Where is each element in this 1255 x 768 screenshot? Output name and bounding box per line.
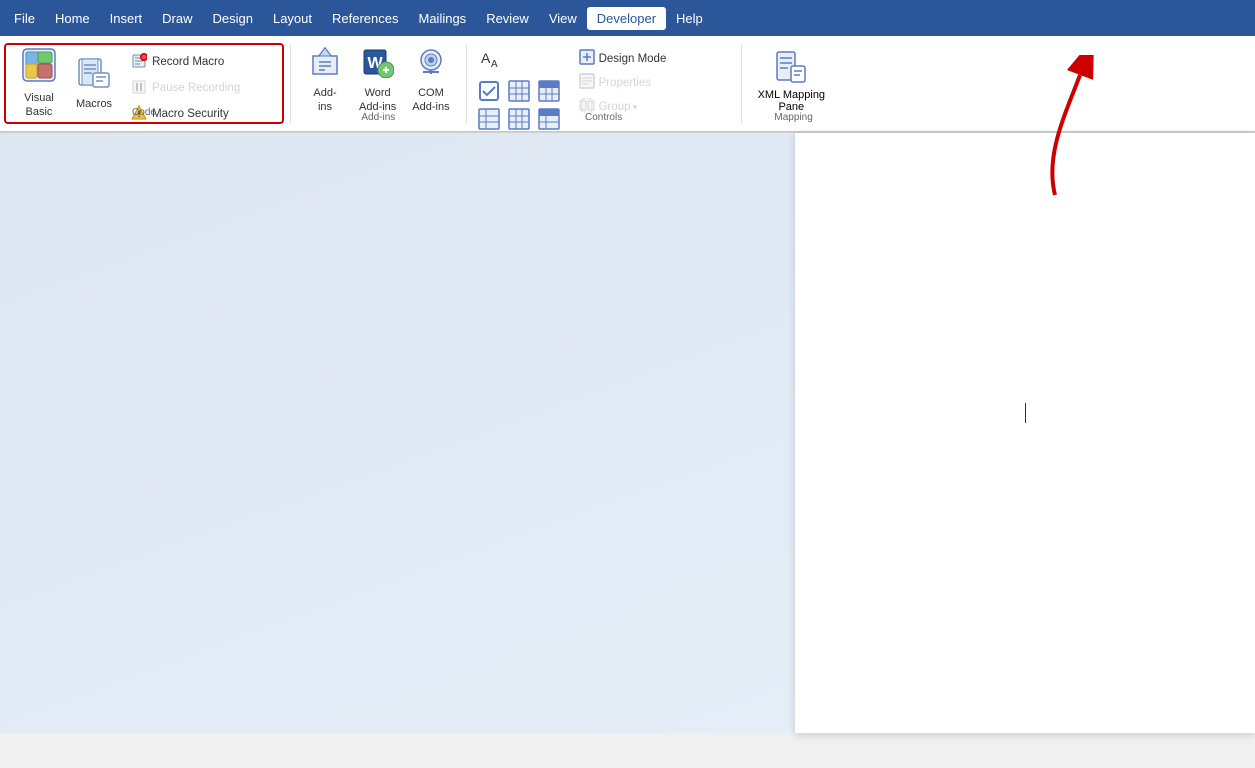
menu-view[interactable]: View: [539, 7, 587, 30]
com-add-ins-button[interactable]: COMAdd-ins: [404, 44, 457, 116]
menu-help[interactable]: Help: [666, 7, 713, 30]
controls-group-label: Controls: [469, 112, 739, 123]
design-mode-icon: [579, 49, 595, 70]
word-add-ins-label: WordAdd-ins: [359, 87, 396, 113]
record-macro-label: Record Macro: [152, 56, 224, 68]
ribbon-content: VisualBasic: [0, 36, 1255, 132]
properties-icon: [579, 73, 595, 94]
visual-basic-icon: [21, 47, 57, 88]
menu-design[interactable]: Design: [203, 7, 263, 30]
menu-home[interactable]: Home: [45, 7, 100, 30]
menu-mailings[interactable]: Mailings: [409, 7, 477, 30]
word-add-ins-button[interactable]: W WordAdd-ins: [351, 44, 404, 116]
menu-layout[interactable]: Layout: [263, 7, 322, 30]
com-add-ins-label: COMAdd-ins: [412, 87, 449, 113]
code-group-label: Code: [6, 107, 282, 118]
svg-text:A: A: [481, 50, 491, 66]
menu-developer[interactable]: Developer: [587, 7, 666, 30]
svg-text:A: A: [491, 59, 498, 69]
text-cursor: [1025, 403, 1026, 423]
add-ins-icon: [309, 46, 341, 83]
document-page[interactable]: [795, 133, 1255, 733]
mapping-group-label: Mapping: [744, 112, 844, 123]
xml-mapping-label: XML MappingPane: [758, 89, 825, 113]
document-background: [0, 133, 795, 733]
addins-group-label: Add-ins: [293, 112, 464, 123]
properties-button[interactable]: Properties: [573, 72, 733, 94]
table2-control-button[interactable]: [535, 79, 563, 103]
properties-label: Properties: [599, 77, 651, 89]
pause-recording-label: Pause Recording: [152, 82, 240, 94]
pause-recording-icon: [130, 79, 148, 98]
add-ins-label: Add-ins: [313, 87, 336, 113]
menu-draw[interactable]: Draw: [152, 7, 202, 30]
menu-bar: File Home Insert Draw Design Layout Refe…: [0, 0, 1255, 36]
design-mode-label: Design Mode: [599, 53, 667, 65]
macros-icon: [77, 55, 111, 94]
document-area: [0, 133, 1255, 733]
com-add-ins-icon: [415, 46, 447, 83]
add-ins-button[interactable]: Add-ins: [299, 44, 351, 116]
menu-insert[interactable]: Insert: [100, 7, 153, 30]
menu-review[interactable]: Review: [476, 7, 539, 30]
table-control-button[interactable]: [505, 79, 533, 103]
pause-recording-button[interactable]: Pause Recording: [124, 77, 246, 99]
record-macro-button[interactable]: Record Macro: [124, 51, 246, 73]
xml-mapping-icon: [773, 48, 809, 89]
word-add-ins-icon: W: [362, 46, 394, 83]
menu-references[interactable]: References: [322, 7, 408, 30]
design-mode-button[interactable]: Design Mode: [573, 48, 733, 70]
font-size-larger-button[interactable]: A A: [475, 48, 503, 73]
menu-file[interactable]: File: [4, 7, 45, 30]
record-macro-icon: [130, 53, 148, 72]
xml-mapping-button[interactable]: XML MappingPane: [750, 44, 833, 116]
checkbox-control-button[interactable]: [475, 79, 503, 103]
ribbon: File Home Insert Draw Design Layout Refe…: [0, 0, 1255, 133]
